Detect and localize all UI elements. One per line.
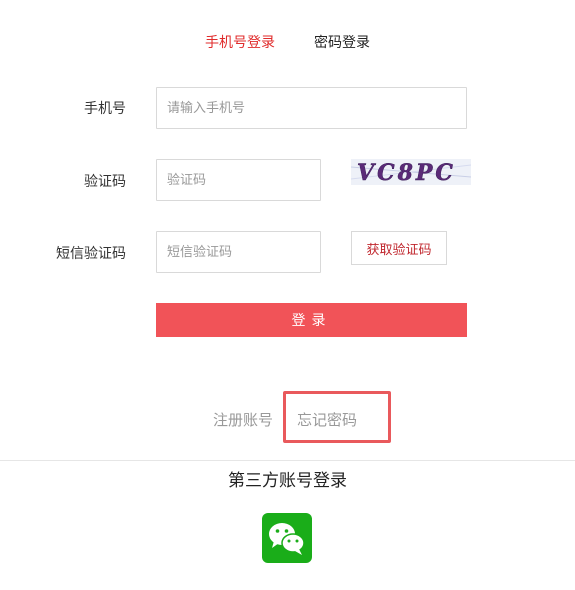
third-party-login-title: 第三方账号登录 [228, 471, 347, 491]
wechat-login-button[interactable] [262, 513, 312, 563]
captcha-image[interactable]: VC8PC [351, 159, 471, 185]
wechat-icon [269, 523, 305, 555]
register-link[interactable]: 注册账号 [213, 409, 273, 430]
sms-code-label: 短信验证码 [56, 246, 126, 262]
tab-phone-login[interactable]: 手机号登录 [205, 32, 275, 52]
captcha-input[interactable] [156, 159, 321, 201]
captcha-text: VC8PC [357, 160, 456, 185]
login-button[interactable]: 登录 [156, 303, 467, 337]
tab-password-login[interactable]: 密码登录 [314, 32, 370, 52]
forgot-password-link[interactable]: 忘记密码 [297, 409, 357, 430]
captcha-label: 验证码 [84, 174, 126, 190]
divider [0, 460, 575, 461]
sms-code-input[interactable] [156, 231, 321, 273]
get-sms-code-button[interactable]: 获取验证码 [351, 231, 447, 265]
phone-label: 手机号 [84, 101, 126, 117]
phone-input[interactable] [156, 87, 467, 129]
